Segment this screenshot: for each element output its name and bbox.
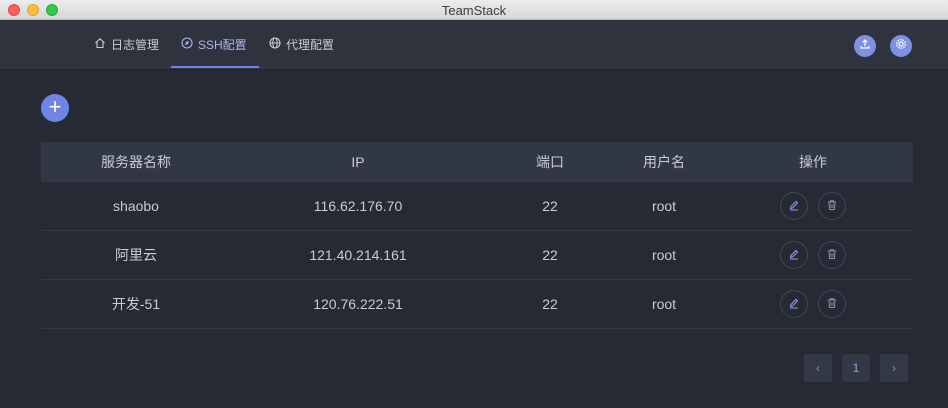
table-row: 阿里云 121.40.214.161 22 root — [41, 231, 913, 280]
window-title: TeamStack — [441, 3, 507, 18]
cell-username: root — [651, 198, 677, 214]
pencil-icon — [788, 247, 800, 263]
delete-button[interactable] — [818, 192, 846, 220]
trash-icon — [826, 198, 838, 214]
cell-port: 22 — [542, 198, 558, 214]
settings-button[interactable] — [890, 35, 912, 57]
cell-port: 22 — [542, 247, 558, 263]
pencil-icon — [788, 198, 800, 214]
cell-server-name: shaobo — [113, 198, 159, 214]
table-header: 服务器名称 IP 端口 用户名 操作 — [41, 142, 913, 182]
header-port: 端口 — [536, 154, 564, 170]
active-tab-indicator — [171, 66, 259, 68]
cell-actions — [713, 290, 913, 318]
compass-icon — [181, 36, 193, 52]
tab-proxy-config[interactable]: 代理配置 — [259, 20, 344, 68]
pencil-icon — [788, 296, 800, 312]
header-actions: 操作 — [799, 154, 827, 170]
tab-label: 代理配置 — [286, 37, 335, 52]
delete-button[interactable] — [818, 290, 846, 318]
cell-server-name: 阿里云 — [115, 247, 157, 263]
pagination-next-button[interactable]: › — [880, 354, 908, 382]
upload-icon — [859, 37, 871, 55]
edit-button[interactable] — [780, 192, 808, 220]
add-server-button[interactable]: + — [41, 94, 69, 122]
cell-username: root — [651, 296, 677, 312]
window-titlebar: TeamStack — [0, 0, 948, 20]
upload-button[interactable] — [854, 35, 876, 57]
cell-username: root — [651, 247, 677, 263]
cell-server-name: 开发-51 — [111, 296, 161, 312]
tab-ssh-config[interactable]: SSH配置 — [171, 20, 257, 68]
table-row: 开发-51 120.76.222.51 22 root — [41, 280, 913, 329]
cell-ip: 121.40.214.161 — [309, 247, 407, 263]
cell-ip: 120.76.222.51 — [313, 296, 403, 312]
trash-icon — [826, 296, 838, 312]
cell-ip: 116.62.176.70 — [313, 198, 403, 214]
header-username: 用户名 — [643, 154, 685, 170]
pagination-prev-button[interactable]: ‹ — [804, 354, 832, 382]
cell-port: 22 — [542, 296, 558, 312]
pagination-page-1[interactable]: 1 — [842, 354, 870, 382]
gear-icon — [895, 37, 907, 55]
edit-button[interactable] — [780, 290, 808, 318]
cell-actions — [713, 241, 913, 269]
home-icon — [94, 37, 106, 52]
top-navigation: 日志管理 SSH配置 代理配置 — [0, 20, 948, 70]
tab-label: SSH配置 — [198, 37, 247, 52]
header-ip: IP — [351, 154, 365, 170]
delete-button[interactable] — [818, 241, 846, 269]
table-row: shaobo 116.62.176.70 22 root — [41, 182, 913, 231]
header-server-name: 服务器名称 — [101, 154, 171, 170]
cell-actions — [713, 192, 913, 220]
edit-button[interactable] — [780, 241, 808, 269]
tab-log-management[interactable]: 日志管理 — [84, 20, 169, 68]
globe-icon — [269, 36, 281, 52]
tab-label: 日志管理 — [111, 37, 160, 52]
trash-icon — [826, 247, 838, 263]
server-table: 服务器名称 IP 端口 用户名 操作 shaobo 116.62.176.70 … — [41, 142, 913, 329]
